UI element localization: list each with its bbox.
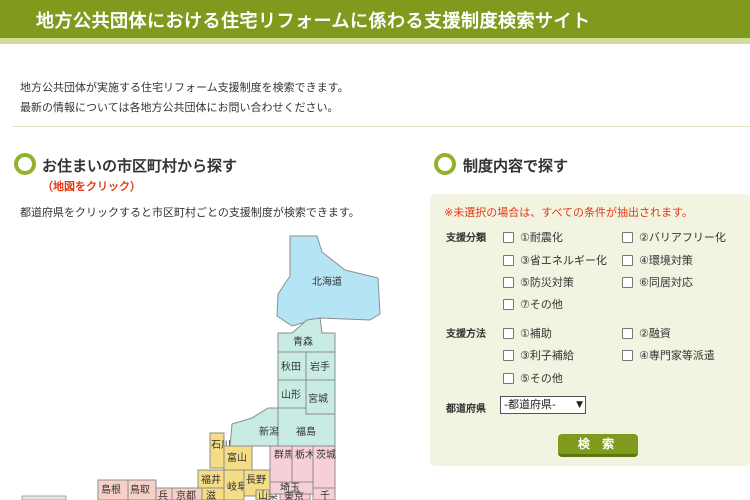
intro-line-1: 地方公共団体が実施する住宅リフォーム支援制度を検索できます。	[20, 81, 349, 94]
pref-label-niigata: 新潟	[259, 425, 279, 438]
prefecture-select-value: -都道府県-	[504, 398, 556, 411]
support-type-option-7[interactable]: ⑦その他	[503, 296, 563, 312]
support-type-option-6[interactable]: ⑥同居対応	[622, 274, 693, 290]
site-title: 地方公共団体における住宅リフォームに係わる支援制度検索サイト	[36, 11, 591, 32]
prefecture-select[interactable]: -都道府県- ▼	[500, 396, 586, 414]
checkbox[interactable]	[622, 349, 633, 361]
criteria-panel: ※未選択の場合は、すべての条件が抽出されます。 支援分類 ①耐震化 ②バリアフリ…	[430, 194, 750, 466]
pref-label-nagano: 長野	[246, 474, 266, 486]
pref-label-ibaraki: 茨城	[316, 448, 336, 461]
checkbox[interactable]	[622, 231, 633, 243]
intro-text: 地方公共団体が実施する住宅リフォーム支援制度を検索できます。 最新の情報について…	[20, 78, 349, 118]
map-legend-box	[21, 495, 67, 500]
support-method-option-1[interactable]: ①補助	[503, 325, 552, 341]
checkbox[interactable]	[622, 254, 633, 266]
pref-label-fukui: 福井	[201, 473, 221, 486]
intro-line-2: 最新の情報については各地方公共団体にお問い合わせください。	[20, 101, 339, 114]
map-description: 都道府県をクリックすると市区町村ごとの支援制度が検索できます。	[20, 206, 360, 219]
support-method-option-5[interactable]: ⑤その他	[503, 370, 563, 386]
support-type-option-5[interactable]: ⑤防災対策	[503, 274, 574, 290]
pref-label-gunma: 群馬	[274, 448, 294, 461]
site-header: 地方公共団体における住宅リフォームに係わる支援制度検索サイト	[0, 0, 750, 44]
criteria-section-title: 制度内容で探す	[463, 157, 569, 175]
pref-label-chiba: 千	[320, 490, 330, 500]
checkbox[interactable]	[503, 349, 514, 361]
japan-map[interactable]: 北海道 青森 秋田 岩手 山形 宮城 福島 新潟 石川 富山 群馬 栃木 茨城 …	[0, 228, 400, 500]
checkbox[interactable]	[503, 327, 514, 339]
chevron-down-icon: ▼	[576, 400, 583, 410]
support-method-label: 支援方法	[446, 329, 486, 340]
pref-label-shimane: 島根	[101, 483, 121, 496]
pref-label-hokkaido: 北海道	[312, 275, 342, 288]
checkbox[interactable]	[503, 298, 514, 310]
section-ring-icon	[14, 153, 36, 175]
support-type-option-1[interactable]: ①耐震化	[503, 229, 563, 245]
search-button[interactable]: 検 索	[558, 434, 638, 457]
support-type-option-2[interactable]: ②バリアフリー化	[622, 229, 726, 245]
pref-label-yamagata: 山形	[281, 389, 301, 401]
pref-label-tochigi: 栃木	[295, 448, 315, 461]
pref-label-akita: 秋田	[281, 360, 301, 373]
checkbox[interactable]	[622, 276, 633, 288]
support-type-label: 支援分類	[446, 233, 486, 244]
checkbox[interactable]	[503, 231, 514, 243]
pref-label-miyagi: 宮城	[308, 392, 328, 405]
support-type-option-3[interactable]: ③省エネルギー化	[503, 252, 607, 268]
divider	[12, 126, 750, 127]
support-type-option-4[interactable]: ④環境対策	[622, 252, 693, 268]
pref-label-tokyo: 東京	[284, 490, 304, 500]
pref-label-aomori: 青森	[293, 335, 313, 348]
pref-label-tottori: 鳥取	[130, 483, 150, 496]
pref-label-toyama: 富山	[227, 451, 247, 464]
support-method-option-2[interactable]: ②融資	[622, 325, 671, 341]
pref-label-fukushima: 福島	[296, 425, 316, 438]
pref-label-kyoto: 京都	[176, 489, 196, 500]
pref-label-iwate: 岩手	[310, 360, 330, 373]
unselected-note: ※未選択の場合は、すべての条件が抽出されます。	[444, 206, 693, 219]
prefecture-label: 都道府県	[446, 404, 486, 415]
pref-label-shiga: 滋	[206, 489, 216, 500]
pref-label-hyogo: 兵	[158, 489, 168, 500]
checkbox[interactable]	[503, 276, 514, 288]
support-method-option-3[interactable]: ③利子補給	[503, 347, 574, 363]
checkbox[interactable]	[503, 372, 514, 384]
map-click-note: （地図をクリック）	[42, 180, 141, 193]
checkbox[interactable]	[503, 254, 514, 266]
checkbox[interactable]	[622, 327, 633, 339]
section-ring-icon	[434, 153, 456, 175]
map-section-title: お住まいの市区町村から探す	[42, 157, 238, 175]
support-method-option-4[interactable]: ④専門家等派遣	[622, 347, 715, 363]
